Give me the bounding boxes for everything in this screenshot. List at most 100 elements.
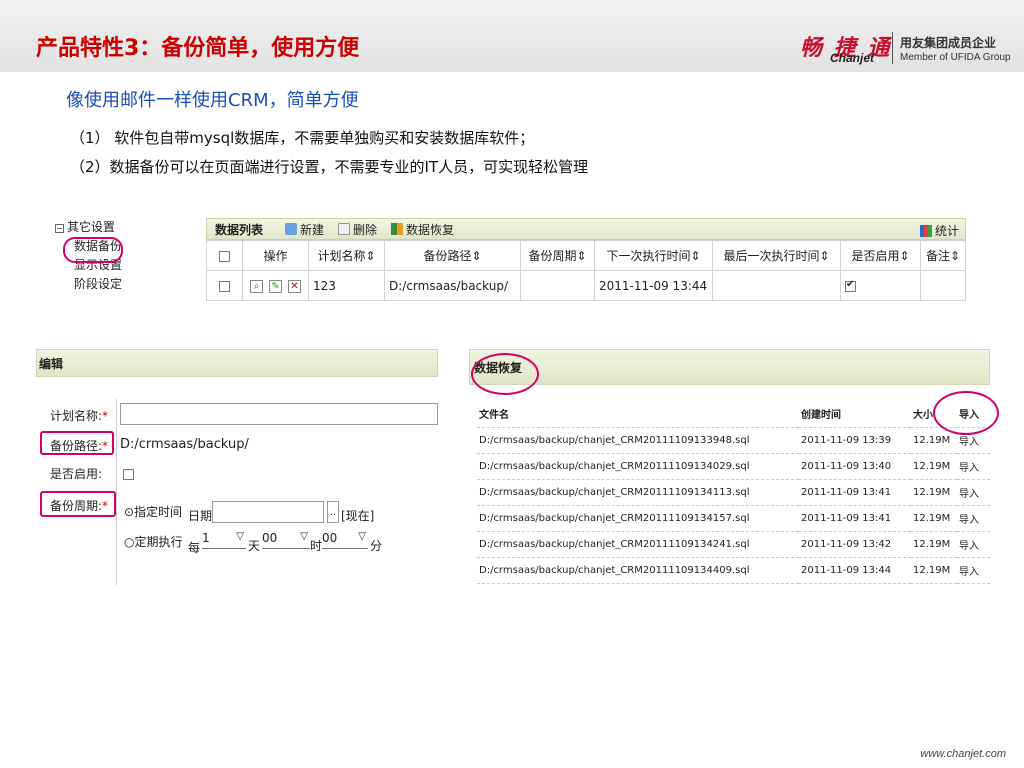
plan-name-cell: 123 bbox=[308, 270, 385, 301]
sort-icon[interactable]: ⇕ bbox=[576, 249, 586, 263]
highlight-circle bbox=[63, 237, 123, 263]
tree-root-label: 其它设置 bbox=[67, 220, 116, 234]
sort-icon[interactable]: ⇕ bbox=[365, 249, 375, 263]
restore-panel-title: 数据恢复 bbox=[469, 349, 990, 385]
enabled-checkbox[interactable] bbox=[123, 469, 134, 480]
stats-label: 统计 bbox=[934, 224, 959, 238]
now-link[interactable]: [现在] bbox=[341, 507, 374, 524]
file-size: 12.19M bbox=[911, 479, 957, 506]
created-time: 2011-11-09 13:44 bbox=[799, 557, 911, 584]
minute-unit: 分 bbox=[370, 539, 383, 553]
label-text: 计划名称: bbox=[50, 409, 103, 423]
restore-panel: 数据恢复 文件名 创建时间 大小 导入 D:/crmsaas/backup/ch… bbox=[469, 349, 999, 584]
required-mark: * bbox=[102, 439, 109, 453]
row-select-cell[interactable] bbox=[206, 270, 243, 301]
form-divider bbox=[116, 399, 117, 585]
hour-unit: 时 bbox=[310, 539, 323, 553]
created-time: 2011-11-09 13:42 bbox=[799, 531, 911, 558]
new-label: 新建 bbox=[300, 222, 325, 237]
every-label: 每 bbox=[188, 541, 201, 555]
select-all-checkbox[interactable] bbox=[219, 250, 230, 262]
required-mark: * bbox=[102, 499, 109, 513]
backup-path-label: 备份路径:* bbox=[50, 437, 108, 454]
day-select[interactable]: 1 ▽ bbox=[202, 531, 246, 549]
col-backup-period[interactable]: 备份周期⇕ bbox=[520, 240, 595, 271]
logo-divider bbox=[892, 32, 893, 64]
table-row: D:/crmsaas/backup/chanjet_CRM20111109134… bbox=[477, 479, 990, 506]
created-time: 2011-11-09 13:41 bbox=[799, 505, 911, 532]
select-all-cell[interactable] bbox=[206, 240, 243, 271]
col-label: 最后一次执行时间 bbox=[723, 249, 820, 263]
table-row[interactable]: ⌕ ✎ ✕ 123 D:/crmsaas/backup/ 2011-11-09 13… bbox=[206, 270, 966, 301]
import-link[interactable]: 导入 bbox=[957, 505, 990, 532]
table-row: D:/crmsaas/backup/chanjet_CRM20111109133… bbox=[477, 427, 990, 454]
edit-panel: 编辑 计划名称: * 备份路径:* D:/crmsaas/backup/ 是否启用… bbox=[36, 349, 438, 585]
grid-header-row: 操作 计划名称⇕ 备份路径⇕ 备份周期⇕ 下一次执行时间⇕ 最后一次执行时间⇕ … bbox=[206, 240, 966, 271]
col-label: 计划名称 bbox=[317, 249, 366, 263]
date-picker-button[interactable]: ‥ bbox=[327, 501, 339, 523]
sort-icon[interactable]: ⇕ bbox=[690, 249, 700, 263]
plan-name-input[interactable] bbox=[120, 403, 438, 425]
import-link[interactable]: 导入 bbox=[957, 479, 990, 506]
tree-root[interactable]: − 其它设置 bbox=[55, 218, 200, 237]
restore-header-row: 文件名 创建时间 大小 导入 bbox=[477, 401, 990, 428]
import-link[interactable]: 导入 bbox=[957, 557, 990, 584]
created-time: 2011-11-09 13:39 bbox=[799, 427, 911, 454]
col-backup-path[interactable]: 备份路径⇕ bbox=[384, 240, 521, 271]
import-link[interactable]: 导入 bbox=[957, 531, 990, 558]
note-cell bbox=[920, 270, 966, 301]
delete-button[interactable]: 删除 bbox=[338, 221, 377, 238]
col-plan-name[interactable]: 计划名称⇕ bbox=[308, 240, 385, 271]
backup-path-value[interactable]: D:/crmsaas/backup/ bbox=[120, 437, 249, 452]
col-created-time: 创建时间 bbox=[799, 401, 911, 428]
backup-period-label: 备份周期:* bbox=[50, 497, 108, 514]
grid-toolbar: 数据列表 新建 删除 数据恢复 统计 bbox=[206, 218, 966, 240]
restore-label: 数据恢复 bbox=[406, 222, 455, 237]
edit-icon[interactable]: ✎ bbox=[269, 279, 282, 293]
select-value: 1 bbox=[202, 531, 210, 545]
page-title: 产品特性3：备份简单，使用方便 bbox=[36, 36, 360, 61]
col-note[interactable]: 备注⇕ bbox=[920, 240, 966, 271]
file-name: D:/crmsaas/backup/chanjet_CRM20111109134… bbox=[477, 531, 799, 558]
enabled-cell bbox=[840, 270, 921, 301]
sort-icon[interactable]: ⇕ bbox=[899, 249, 909, 263]
collapse-icon[interactable]: − bbox=[55, 224, 64, 233]
tree-item-label: 阶段设定 bbox=[74, 277, 123, 291]
col-enabled[interactable]: 是否启用⇕ bbox=[840, 240, 921, 271]
logo-tagline-cn: 用友集团成员企业 bbox=[900, 36, 997, 50]
date-input[interactable] bbox=[212, 501, 324, 523]
row-checkbox[interactable] bbox=[219, 280, 230, 292]
file-name: D:/crmsaas/backup/chanjet_CRM20111109134… bbox=[477, 479, 799, 506]
file-name: D:/crmsaas/backup/chanjet_CRM20111109134… bbox=[477, 505, 799, 532]
col-last-run[interactable]: 最后一次执行时间⇕ bbox=[712, 240, 841, 271]
minute-select[interactable]: 00 ▽ bbox=[322, 531, 368, 549]
periodic-run-radio[interactable]: ○定期执行 bbox=[124, 533, 182, 550]
new-icon bbox=[285, 223, 298, 235]
col-file-name: 文件名 bbox=[477, 401, 799, 428]
next-run-cell: 2011-11-09 13:44 bbox=[594, 270, 713, 301]
col-next-run[interactable]: 下一次执行时间⇕ bbox=[594, 240, 713, 271]
settings-tree: − 其它设置 数据备份 显示设置 阶段设定 bbox=[55, 218, 200, 294]
view-icon[interactable]: ⌕ bbox=[250, 279, 263, 293]
edit-panel-title: 编辑 bbox=[36, 349, 438, 377]
file-size: 12.19M bbox=[911, 557, 957, 584]
import-link[interactable]: 导入 bbox=[957, 453, 990, 480]
col-label: 备份路径 bbox=[423, 249, 472, 263]
hour-select[interactable]: 00 ▽ bbox=[262, 531, 310, 549]
sort-icon[interactable]: ⇕ bbox=[471, 249, 481, 263]
file-name: D:/crmsaas/backup/chanjet_CRM20111109134… bbox=[477, 453, 799, 480]
delete-row-icon[interactable]: ✕ bbox=[288, 279, 301, 293]
tree-item-stage-settings[interactable]: 阶段设定 bbox=[55, 275, 200, 294]
new-button[interactable]: 新建 bbox=[285, 221, 324, 238]
bullet-point-2: （2）数据备份可以在页面端进行设置，不需要专业的IT人员，可实现轻松管理 bbox=[70, 158, 589, 176]
specified-time-radio[interactable]: ⊙指定时间 bbox=[124, 503, 182, 520]
enabled-label: 是否启用: bbox=[50, 467, 103, 481]
enabled-checkbox[interactable] bbox=[845, 279, 856, 292]
sort-icon[interactable]: ⇕ bbox=[819, 249, 829, 263]
edit-form: 计划名称: * 备份路径:* D:/crmsaas/backup/ 是否启用: 备… bbox=[36, 399, 438, 585]
logo-tagline-en: Member of UFIDA Group bbox=[900, 52, 1011, 63]
stats-button[interactable]: 统计 bbox=[919, 222, 959, 239]
select-value: 00 bbox=[262, 531, 278, 545]
sort-icon[interactable]: ⇕ bbox=[950, 249, 960, 263]
restore-button[interactable]: 数据恢复 bbox=[391, 221, 454, 238]
